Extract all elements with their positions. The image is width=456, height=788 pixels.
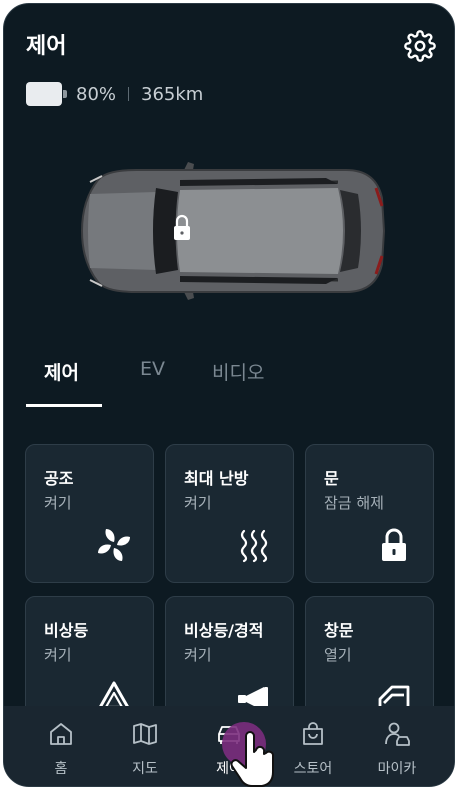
shopping-bag-icon xyxy=(303,722,323,745)
heat-icon xyxy=(240,529,268,563)
nav-label: 스토어 xyxy=(293,761,333,777)
driving-range: 365km xyxy=(141,83,204,105)
card-status: 켜기 xyxy=(184,646,212,664)
lock-icon xyxy=(382,528,406,561)
vehicle-status: 80% 365km xyxy=(26,80,203,108)
tab-video[interactable]: 비디오 xyxy=(212,358,264,385)
nav-label: 지도 xyxy=(132,761,158,777)
battery-icon xyxy=(26,82,67,106)
page-title: 제어 xyxy=(26,34,67,59)
tab-ev[interactable]: EV xyxy=(140,358,165,380)
nav-label: 마이카 xyxy=(377,761,417,777)
nav-item-home[interactable]: 홈 xyxy=(19,706,103,786)
gear-icon[interactable] xyxy=(404,30,436,62)
nav-item-store[interactable]: 스토어 xyxy=(271,706,355,786)
card-status: 켜기 xyxy=(44,646,72,664)
home-icon xyxy=(50,723,72,745)
profile-car-icon xyxy=(385,722,410,746)
card-title: 문 xyxy=(324,469,339,488)
app-screen: 제어 80% 365km 제어 EV 비디오 공조 켜기 최대 난방 켜기 문 … xyxy=(3,3,455,787)
status-divider xyxy=(128,87,130,101)
control-card-climate[interactable]: 공조 켜기 xyxy=(25,444,154,583)
touch-pointer-icon xyxy=(222,722,274,787)
map-icon xyxy=(133,723,157,745)
card-title: 공조 xyxy=(44,469,74,488)
nav-item-map[interactable]: 지도 xyxy=(103,706,187,786)
battery-percent: 80% xyxy=(76,83,117,105)
card-title: 최대 난방 xyxy=(184,469,249,488)
nav-label: 홈 xyxy=(54,761,68,777)
card-status: 켜기 xyxy=(184,494,212,512)
card-title: 비상등 xyxy=(44,621,89,640)
fan-icon xyxy=(98,529,130,561)
nav-item-my-car[interactable]: 마이카 xyxy=(355,706,439,786)
card-status: 잠금 해제 xyxy=(324,494,384,512)
tab-active-indicator xyxy=(26,404,102,407)
control-card-door[interactable]: 문 잠금 해제 xyxy=(305,444,434,583)
card-status: 켜기 xyxy=(44,494,72,512)
tab-control[interactable]: 제어 xyxy=(44,358,79,385)
card-status: 열기 xyxy=(324,646,352,664)
card-title: 창문 xyxy=(324,621,354,640)
card-title: 비상등/경적 xyxy=(184,621,264,640)
tab-bar: 제어 EV 비디오 xyxy=(26,358,430,408)
control-card-max-heat[interactable]: 최대 난방 켜기 xyxy=(165,444,294,583)
vehicle-image xyxy=(80,162,386,300)
